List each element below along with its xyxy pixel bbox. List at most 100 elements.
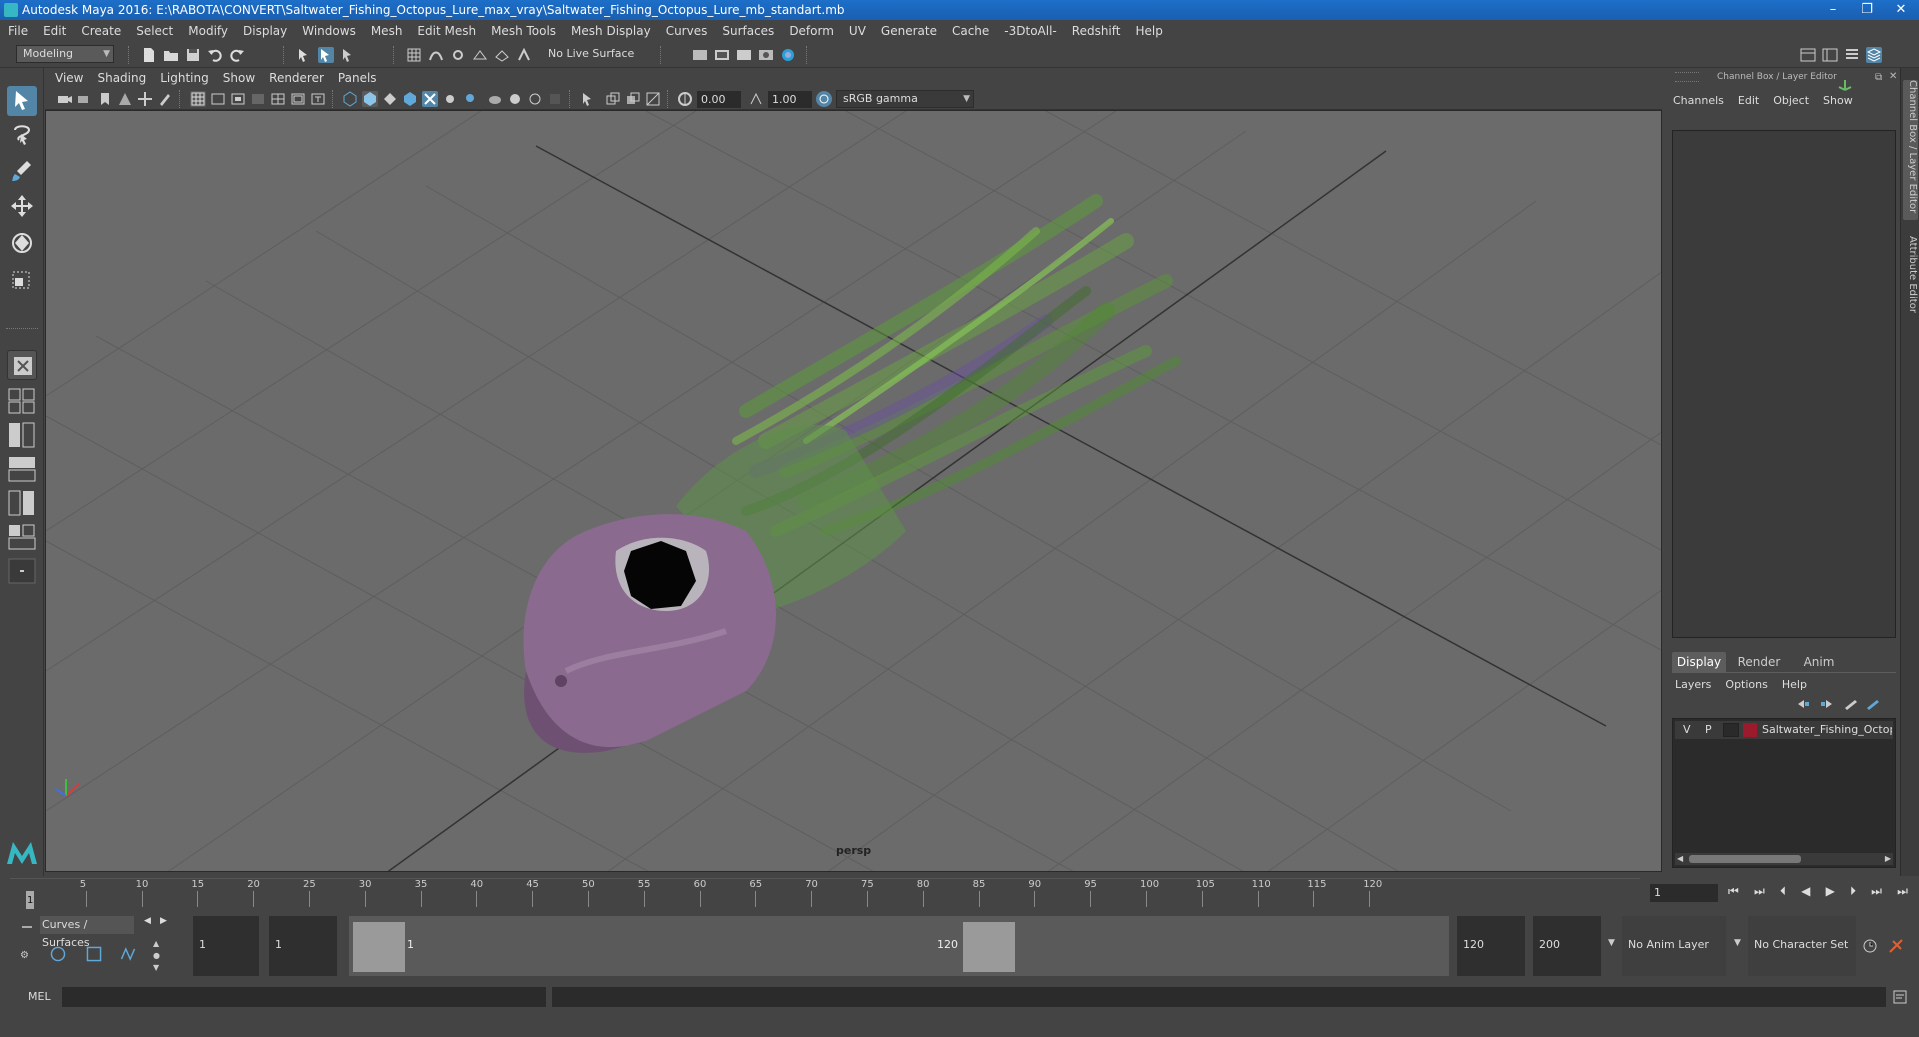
viewport-menu-show[interactable]: Show — [223, 71, 255, 85]
layer-tab-render[interactable]: Render — [1732, 652, 1786, 672]
menu-modify[interactable]: Modify — [188, 24, 228, 38]
undo-icon[interactable] — [207, 47, 223, 63]
move-tool-button[interactable] — [7, 192, 37, 222]
close-button[interactable]: ✕ — [1884, 0, 1918, 20]
menu-mesh-display[interactable]: Mesh Display — [571, 24, 651, 38]
menu-uv[interactable]: UV — [849, 24, 866, 38]
new-layer-icon[interactable] — [1843, 696, 1859, 712]
move-layer-up-icon[interactable] — [1795, 696, 1811, 712]
layer-horizontal-scrollbar[interactable]: ◀ ▶ — [1675, 853, 1893, 865]
smooth-shade-icon[interactable] — [362, 91, 378, 107]
range-start-handle[interactable] — [353, 922, 405, 972]
render-settings-icon[interactable] — [692, 47, 708, 63]
move-layer-down-icon[interactable] — [1819, 696, 1835, 712]
nurbs-circle-icon[interactable] — [50, 946, 72, 968]
channel-list[interactable] — [1672, 130, 1896, 638]
select-tool-button[interactable] — [7, 86, 37, 116]
select-object-icon[interactable] — [318, 47, 334, 63]
safe-title-icon[interactable] — [310, 91, 326, 107]
grease-pencil-icon[interactable] — [157, 91, 173, 107]
toggle-layer-editor-icon[interactable] — [1866, 47, 1882, 63]
anim-layer-selector[interactable]: No Anim Layer — [1622, 916, 1726, 976]
xray-joints-icon[interactable] — [605, 91, 621, 107]
panel-drag-handle[interactable] — [1675, 72, 1699, 82]
workspace-icon[interactable] — [1800, 47, 1816, 63]
shadows-icon[interactable] — [462, 91, 478, 107]
paint-select-tool-button[interactable] — [7, 156, 37, 186]
object-menu[interactable]: Object — [1773, 94, 1809, 107]
play-backward-icon[interactable]: ◀ — [1801, 884, 1810, 902]
shelf-options[interactable]: ⚙ — [20, 920, 36, 970]
screen-space-ao-icon[interactable] — [487, 91, 503, 107]
menu-display[interactable]: Display — [243, 24, 287, 38]
anti-aliasing-icon[interactable] — [527, 91, 543, 107]
select-component-icon[interactable] — [340, 47, 356, 63]
menu-surfaces[interactable]: Surfaces — [722, 24, 774, 38]
menu-deform[interactable]: Deform — [789, 24, 834, 38]
backface-culling-icon[interactable] — [645, 91, 661, 107]
auto-key-icon[interactable] — [1862, 938, 1878, 954]
animation-preferences-icon[interactable] — [1888, 938, 1904, 954]
menu-edit-mesh[interactable]: Edit Mesh — [417, 24, 476, 38]
minimize-button[interactable]: – — [1816, 0, 1850, 20]
script-language-toggle[interactable]: MEL — [28, 990, 51, 1003]
select-hierarchy-icon[interactable] — [296, 47, 312, 63]
menu-curves[interactable]: Curves — [666, 24, 708, 38]
snap-surface-icon[interactable] — [494, 47, 510, 63]
scroll-right-icon[interactable]: ▶ — [1885, 854, 1891, 863]
grid-toggle-icon[interactable] — [190, 91, 206, 107]
show-menu[interactable]: Show — [1823, 94, 1853, 107]
shelf-tab-prev-icon[interactable]: ◀ — [144, 916, 151, 926]
hypershade-layout-button[interactable] — [8, 524, 36, 550]
layer-row[interactable]: V P Saltwater_Fishing_Octop — [1675, 721, 1893, 739]
menu-mesh-tools[interactable]: Mesh Tools — [491, 24, 556, 38]
menu-create[interactable]: Create — [81, 24, 121, 38]
shelf-tab-curves-surfaces[interactable]: Curves / Surfaces — [40, 916, 134, 949]
channels-menu[interactable]: Channels — [1673, 94, 1724, 107]
menu-redshift[interactable]: Redshift — [1072, 24, 1121, 38]
options-menu[interactable]: Options — [1725, 678, 1767, 691]
step-forward-frame-icon[interactable]: ⏵ — [1850, 884, 1856, 902]
layer-visibility-toggle[interactable]: V — [1683, 723, 1691, 736]
viewport-menu-renderer[interactable]: Renderer — [269, 71, 324, 85]
scroll-left-icon[interactable]: ◀ — [1677, 854, 1683, 863]
shelf-menu-icon[interactable] — [22, 926, 32, 928]
gamma-icon[interactable] — [748, 91, 764, 107]
play-forward-icon[interactable]: ▶ — [1826, 884, 1835, 902]
range-end-handle[interactable] — [963, 922, 1015, 972]
layer-color-swatch[interactable] — [1743, 723, 1757, 737]
2d-pan-zoom-icon[interactable] — [137, 91, 153, 107]
shelf-settings-icon[interactable]: ⚙ — [20, 950, 36, 961]
menu-help[interactable]: Help — [1135, 24, 1162, 38]
resolution-gate-icon[interactable] — [230, 91, 246, 107]
side-by-side-layout-button[interactable] — [8, 422, 36, 448]
float-panel-icon[interactable]: ⧉ — [1875, 72, 1882, 83]
menu-edit[interactable]: Edit — [43, 24, 66, 38]
gamma-field[interactable]: 1.00 — [768, 91, 812, 108]
viewport-menu-panels[interactable]: Panels — [338, 71, 377, 85]
go-to-end-icon[interactable]: ⏭ — [1897, 884, 1908, 902]
layer-playback-toggle[interactable]: P — [1705, 723, 1712, 736]
menu-3dtoall[interactable]: -3DtoAll- — [1004, 24, 1056, 38]
channel-box-side-tab[interactable]: Channel Box / Layer Editor — [1903, 80, 1918, 220]
script-editor-icon[interactable] — [1892, 989, 1908, 1005]
gate-mask-icon[interactable] — [250, 91, 266, 107]
scale-tool-button[interactable] — [7, 264, 37, 294]
menu-file[interactable]: File — [8, 24, 28, 38]
chevron-down-icon[interactable]: ▼ — [1608, 938, 1615, 948]
viewport-menu-shading[interactable]: Shading — [97, 71, 146, 85]
color-management-icon[interactable] — [816, 91, 832, 107]
xray-active-icon[interactable] — [625, 91, 641, 107]
current-frame-field[interactable]: 1 — [1650, 884, 1718, 902]
layers-menu[interactable]: Layers — [1675, 678, 1711, 691]
render-frame-icon[interactable] — [714, 47, 730, 63]
lasso-tool-button[interactable] — [7, 120, 37, 150]
single-perspective-layout-button[interactable] — [7, 350, 37, 380]
render-view-icon[interactable] — [758, 47, 774, 63]
use-default-material-icon[interactable] — [382, 91, 398, 107]
camera-attributes-icon[interactable] — [77, 91, 93, 107]
menu-mesh[interactable]: Mesh — [371, 24, 403, 38]
layer-display-type-toggle[interactable] — [1723, 723, 1739, 737]
command-input[interactable] — [62, 987, 546, 1007]
safe-action-icon[interactable] — [290, 91, 306, 107]
